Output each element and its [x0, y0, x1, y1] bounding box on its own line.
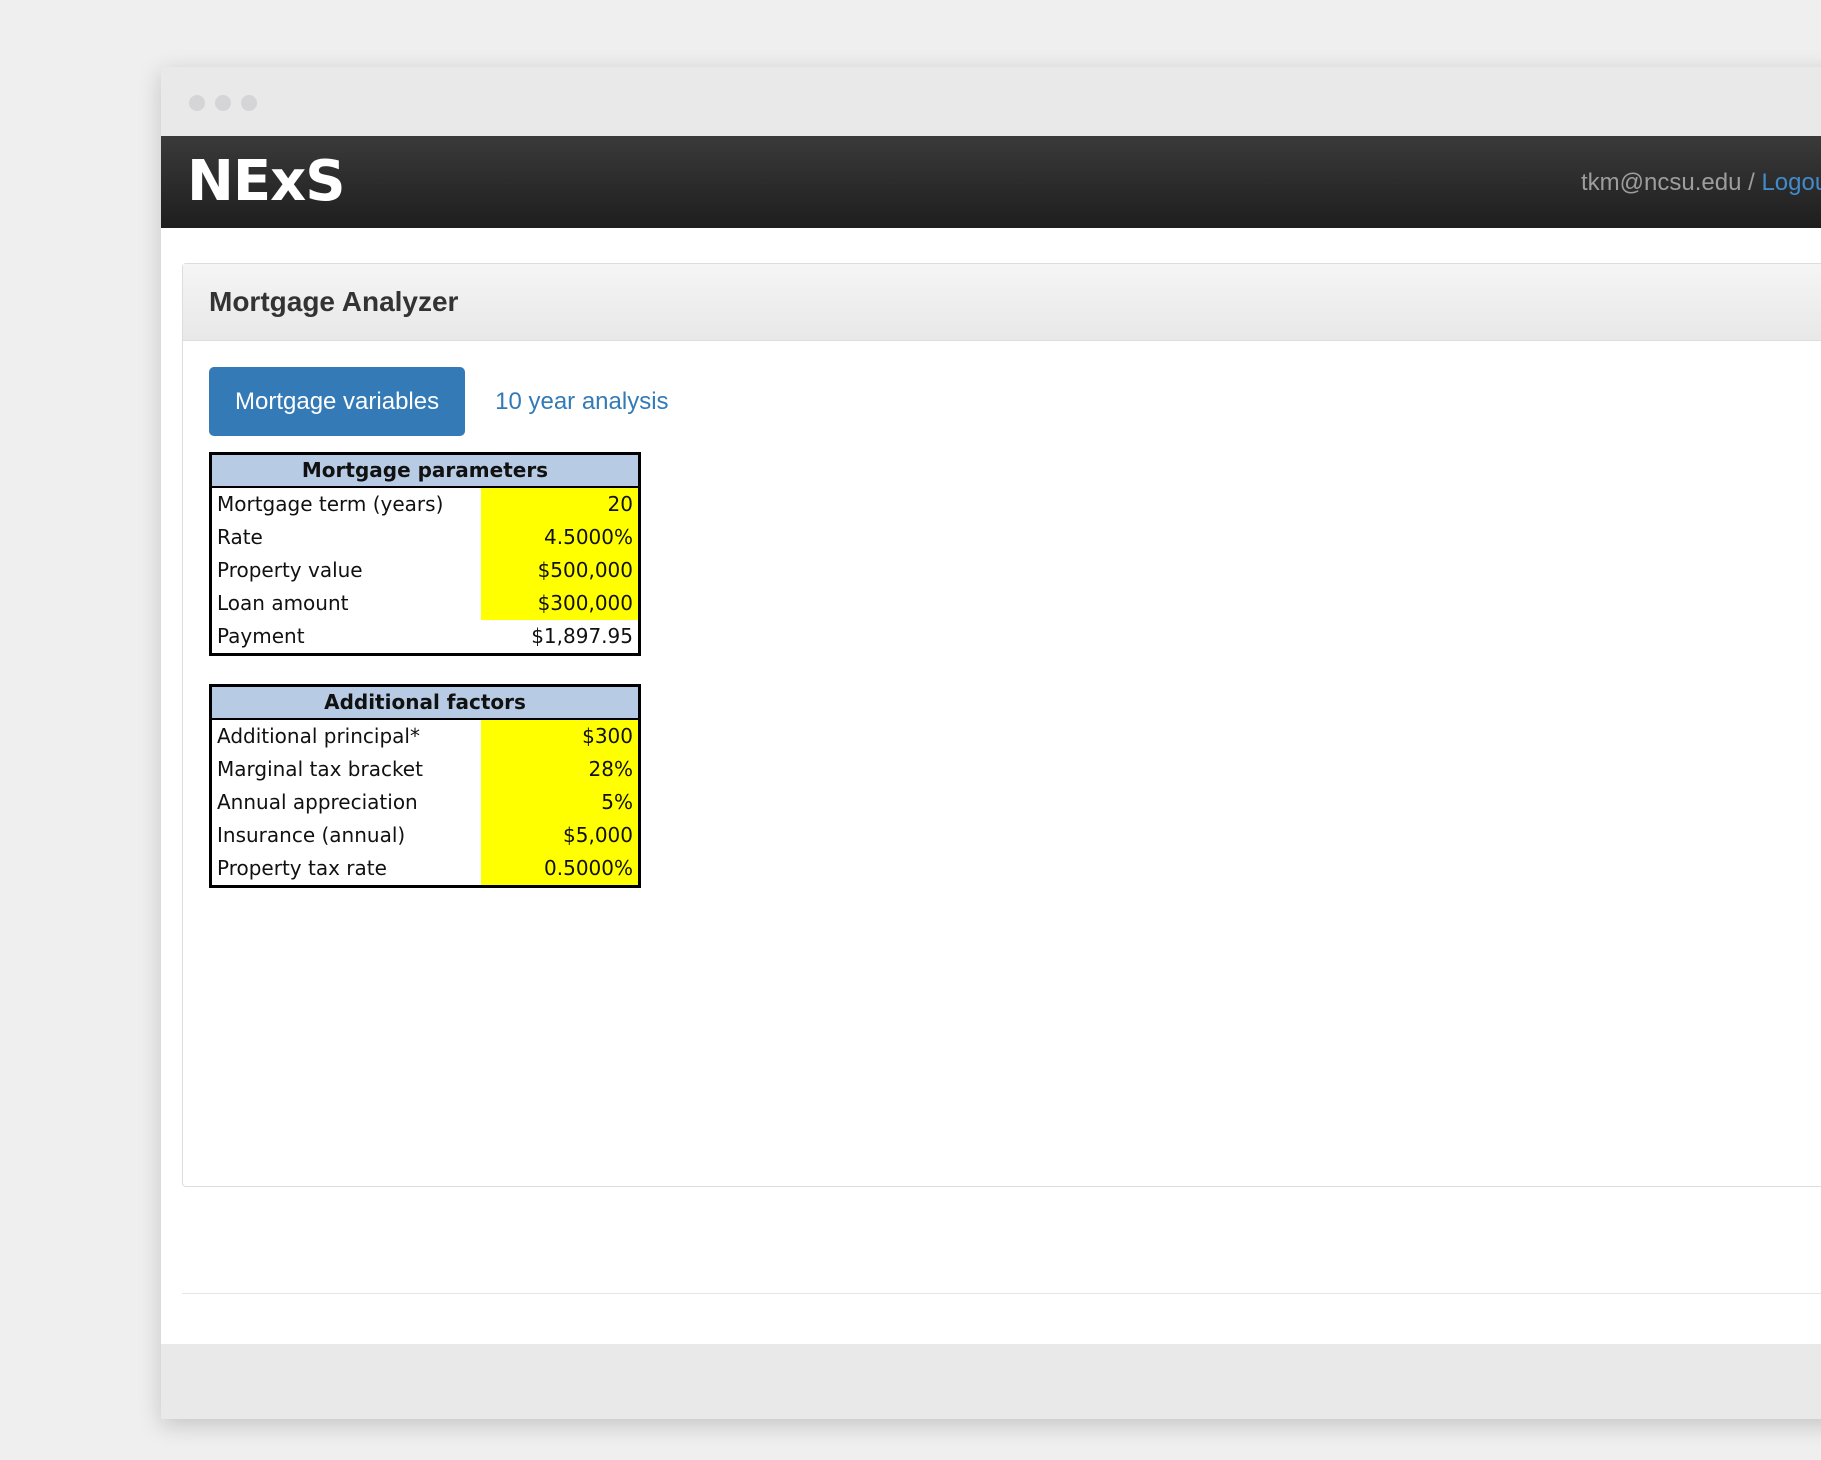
table-header: Mortgage parameters	[212, 455, 638, 488]
browser-chrome	[161, 67, 1821, 136]
additional-factors-table: Additional factors Additional principal*…	[209, 684, 641, 888]
row-label: Property tax rate	[217, 856, 387, 880]
table-row: Property tax rate 0.5000%	[212, 852, 638, 885]
annual-appreciation-input[interactable]: 5%	[481, 786, 638, 819]
marginal-tax-bracket-input[interactable]: 28%	[481, 753, 638, 786]
row-label: Rate	[217, 525, 263, 549]
row-label: Payment	[217, 624, 305, 648]
insurance-annual-input[interactable]: $5,000	[481, 819, 638, 852]
row-label: Loan amount	[217, 591, 349, 615]
table-row: Loan amount $300,000	[212, 587, 638, 620]
user-separator: /	[1741, 169, 1762, 196]
sheet-tabs: Mortgage variables 10 year analysis	[209, 367, 669, 436]
row-label: Annual appreciation	[217, 790, 418, 814]
table-row: Payment $1,897.95	[212, 620, 638, 653]
window-controls	[189, 95, 257, 111]
logout-link[interactable]: Logout	[1761, 169, 1821, 196]
property-tax-rate-input[interactable]: 0.5000%	[481, 852, 638, 885]
divider	[182, 1293, 1821, 1294]
browser-window: NExS tkm@ncsu.edu / Logout Mortgage Anal…	[161, 67, 1821, 1419]
row-label: Additional principal*	[217, 724, 420, 748]
nexs-logo[interactable]: NExS	[187, 150, 346, 214]
window-dot-minimize[interactable]	[215, 95, 231, 111]
property-value-input[interactable]: $500,000	[481, 554, 638, 587]
rate-input[interactable]: 4.5000%	[481, 521, 638, 554]
table-row: Property value $500,000	[212, 554, 638, 587]
table-row: Rate 4.5000%	[212, 521, 638, 554]
mortgage-parameters-table: Mortgage parameters Mortgage term (years…	[209, 452, 641, 656]
row-label: Marginal tax bracket	[217, 757, 423, 781]
panel-heading: Mortgage Analyzer	[183, 264, 1821, 341]
row-label: Mortgage term (years)	[217, 492, 444, 516]
row-label: Property value	[217, 558, 363, 582]
tab-mortgage-variables[interactable]: Mortgage variables	[209, 367, 466, 436]
table-row: Annual appreciation 5%	[212, 786, 638, 819]
user-email: tkm@ncsu.edu	[1581, 169, 1742, 196]
row-label: Insurance (annual)	[217, 823, 406, 847]
table-header: Additional factors	[212, 687, 638, 720]
panel-title: Mortgage Analyzer	[209, 286, 459, 317]
mortgage-analyzer-panel: Mortgage Analyzer Mortgage variables 10 …	[182, 263, 1821, 1187]
loan-amount-input[interactable]: $300,000	[481, 587, 638, 620]
tab-10-year-analysis[interactable]: 10 year analysis	[495, 388, 668, 416]
user-area: tkm@ncsu.edu / Logout	[1581, 169, 1821, 197]
window-dot-maximize[interactable]	[241, 95, 257, 111]
mortgage-term-input[interactable]: 20	[481, 488, 638, 521]
table-row: Mortgage term (years) 20	[212, 488, 638, 521]
table-row: Marginal tax bracket 28%	[212, 753, 638, 786]
payment-value: $1,897.95	[531, 624, 633, 648]
additional-principal-input[interactable]: $300	[481, 720, 638, 753]
table-row: Insurance (annual) $5,000	[212, 819, 638, 852]
top-navbar: NExS tkm@ncsu.edu / Logout	[161, 136, 1821, 228]
window-dot-close[interactable]	[189, 95, 205, 111]
table-row: Additional principal* $300	[212, 720, 638, 753]
footer-bar	[161, 1344, 1821, 1419]
